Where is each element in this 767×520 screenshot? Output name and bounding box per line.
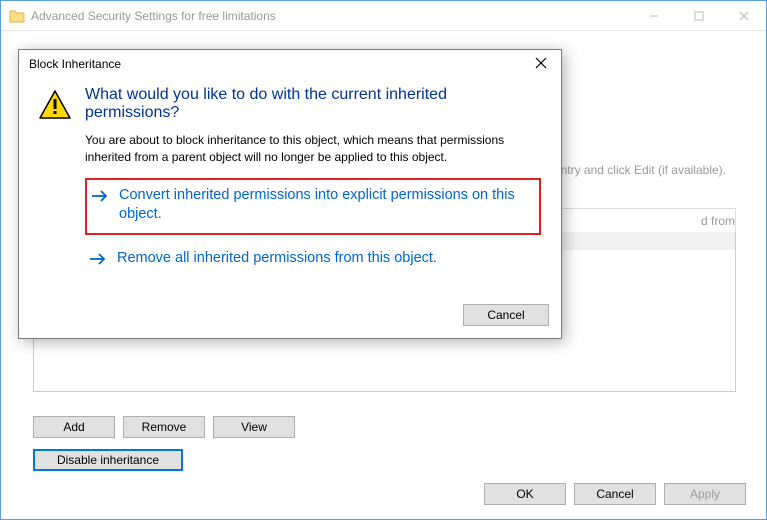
parent-window-title: Advanced Security Settings for free limi… <box>31 9 631 23</box>
dialog-close-button[interactable] <box>529 56 553 72</box>
folder-icon <box>9 9 25 23</box>
maximize-button[interactable] <box>676 1 721 30</box>
close-window-button[interactable] <box>721 1 766 30</box>
block-inheritance-dialog: Block Inheritance What would you like to… <box>18 49 562 339</box>
dialog-cancel-button[interactable]: Cancel <box>463 304 549 326</box>
disable-inheritance-button[interactable]: Disable inheritance <box>33 449 183 471</box>
option-remove-permissions[interactable]: Remove all inherited permissions from th… <box>85 243 541 277</box>
dialog-titlebar: Block Inheritance <box>19 50 561 78</box>
close-icon <box>535 57 547 69</box>
advanced-security-window: Advanced Security Settings for free limi… <box>0 0 767 520</box>
dialog-description: You are about to block inheritance to th… <box>85 132 541 166</box>
dialog-title: Block Inheritance <box>29 57 529 71</box>
minimize-button[interactable] <box>631 1 676 30</box>
add-button[interactable]: Add <box>33 416 115 438</box>
parent-titlebar: Advanced Security Settings for free limi… <box>1 1 766 31</box>
ok-button[interactable]: OK <box>484 483 566 505</box>
warning-icon <box>39 90 71 120</box>
permission-button-row: Add Remove View <box>33 416 295 438</box>
option-remove-label: Remove all inherited permissions from th… <box>117 249 437 269</box>
dialog-heading: What would you like to do with the curre… <box>85 86 541 122</box>
remove-button[interactable]: Remove <box>123 416 205 438</box>
option-convert-permissions[interactable]: Convert inherited permissions into expli… <box>85 178 541 235</box>
column-inherited-from: d from <box>701 214 735 228</box>
apply-button[interactable]: Apply <box>664 483 746 505</box>
view-button[interactable]: View <box>213 416 295 438</box>
footer-buttons: OK Cancel Apply <box>484 483 746 505</box>
arrow-right-icon <box>91 189 109 203</box>
option-convert-label: Convert inherited permissions into expli… <box>119 186 535 225</box>
cancel-button[interactable]: Cancel <box>574 483 656 505</box>
arrow-right-icon <box>89 252 107 266</box>
window-controls <box>631 1 766 30</box>
